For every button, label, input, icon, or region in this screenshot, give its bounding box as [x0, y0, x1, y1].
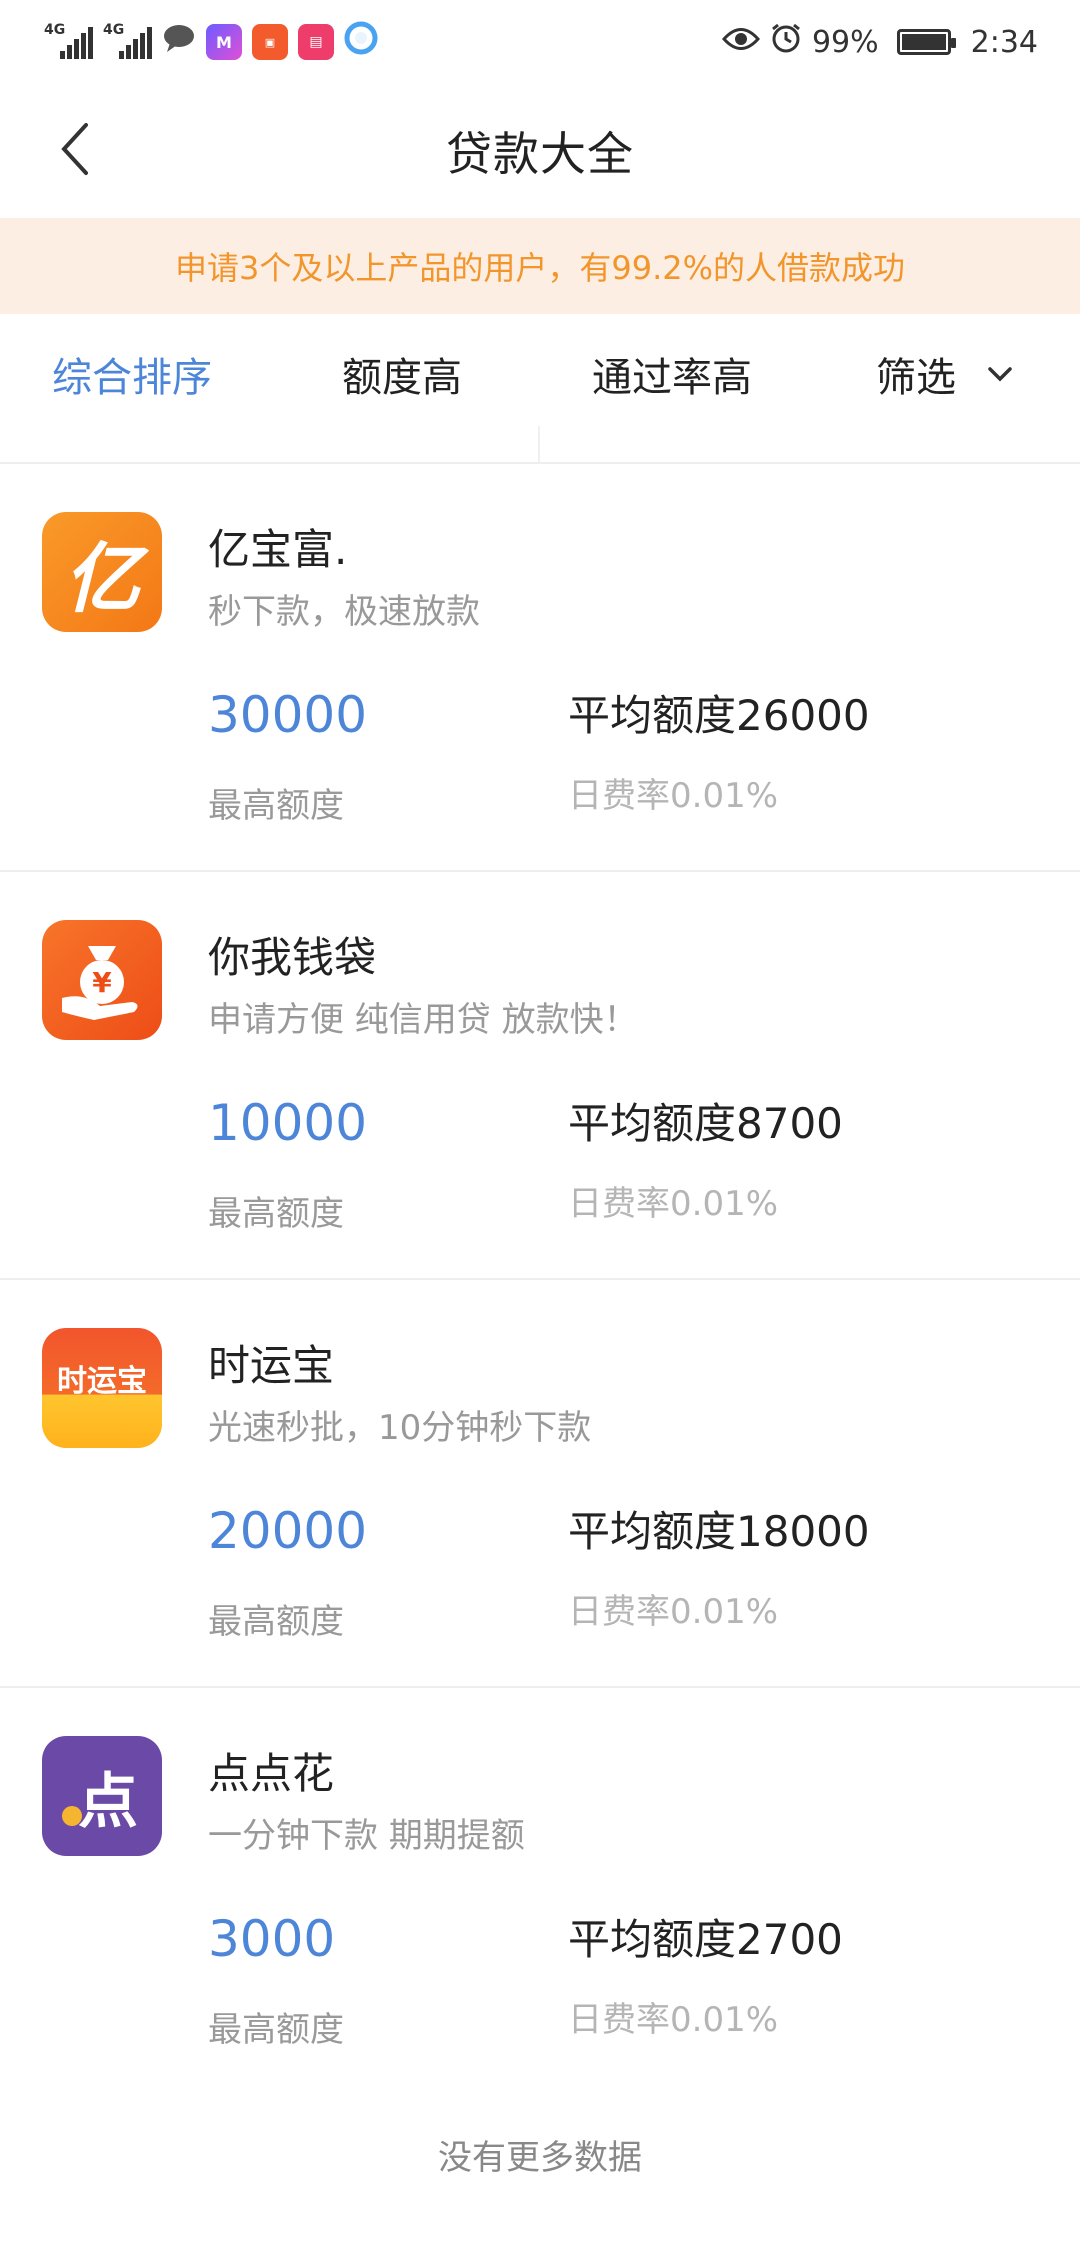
- loan-max-label: 最高额度: [208, 786, 344, 826]
- chevron-left-icon: [61, 123, 88, 175]
- loan-daily-rate: 日费率0.01%: [568, 776, 779, 816]
- page-title: 贷款大全: [446, 127, 634, 181]
- status-bar-right: 99% 2:34: [721, 22, 1038, 62]
- loan-average-amount: 平均额度18000: [568, 1507, 870, 1556]
- loan-max-amount: 20000: [208, 1502, 368, 1560]
- battery-percent: 99%: [811, 24, 879, 60]
- sort-tab-label: 综合排序: [52, 355, 212, 401]
- loan-card[interactable]: 亿 亿宝富. 秒下款，极速放款 30000 最高额度 平均额度26000 日费率…: [0, 464, 1080, 872]
- sort-tab-high-limit[interactable]: 额度高: [342, 314, 462, 434]
- loan-daily-rate: 日费率0.01%: [568, 1592, 779, 1632]
- logo-glyph: 点: [78, 1766, 138, 1837]
- loan-name: 你我钱袋: [208, 933, 377, 982]
- app-notification-icon: ▣: [252, 24, 288, 60]
- alarm-icon: [770, 22, 802, 62]
- status-bar: 4G 4G M ▣ ▤ 99% 2:34: [0, 0, 1080, 84]
- no-more-data-text: 没有更多数据: [438, 2138, 642, 2178]
- sort-divider: [538, 426, 540, 464]
- loan-max-label: 最高额度: [208, 1602, 344, 1642]
- svg-text:¥: ¥: [92, 966, 112, 999]
- loan-logo-shiyunbao: 时运宝: [42, 1328, 162, 1448]
- filter-label: 筛选: [876, 355, 956, 401]
- logo-glyph: 亿: [64, 534, 140, 623]
- promo-banner-text: 申请3个及以上产品的用户，有99.2%的人借款成功: [174, 249, 906, 287]
- loan-card[interactable]: 时运宝 时运宝 光速秒批，10分钟秒下款 20000 最高额度 平均额度1800…: [0, 1280, 1080, 1688]
- loan-name: 时运宝: [208, 1341, 335, 1390]
- loan-daily-rate: 日费率0.01%: [568, 1184, 779, 1224]
- loan-slogan: 光速秒批，10分钟秒下款: [208, 1408, 592, 1448]
- sort-tab-label: 通过率高: [592, 355, 752, 401]
- signal-strength-icon-2: 4G: [103, 22, 152, 59]
- clock-time: 2:34: [970, 24, 1038, 60]
- m-app-icon: M: [206, 24, 242, 60]
- loan-max-label: 最高额度: [208, 1194, 344, 1234]
- loan-daily-rate: 日费率0.01%: [568, 2000, 779, 2040]
- sort-tab-label: 额度高: [342, 355, 462, 401]
- browser-app-icon: [344, 21, 378, 63]
- network-type-label-2: 4G: [103, 22, 125, 38]
- loan-name: 亿宝富.: [208, 525, 348, 574]
- battery-icon: [896, 29, 956, 55]
- loan-logo-diandianhua: 点: [42, 1736, 162, 1856]
- chevron-down-icon: [988, 367, 1012, 382]
- loan-max-amount: 3000: [208, 1910, 336, 1968]
- sort-tab-comprehensive[interactable]: 综合排序: [52, 314, 212, 434]
- chat-icon: [162, 23, 196, 61]
- loan-slogan: 秒下款，极速放款: [208, 592, 480, 632]
- eye-icon: [721, 25, 760, 60]
- loan-max-label: 最高额度: [208, 2010, 344, 2050]
- back-button[interactable]: [56, 114, 126, 184]
- loan-slogan: 一分钟下款 期期提额: [208, 1816, 525, 1856]
- loan-logo-yibaofu: 亿: [42, 512, 162, 632]
- loan-max-amount: 30000: [208, 686, 368, 744]
- loan-card[interactable]: ¥ 你我钱袋 申请方便 纯信用贷 放款快！ 10000 最高额度 平均额度870…: [0, 872, 1080, 1280]
- sort-tab-high-pass-rate[interactable]: 通过率高: [592, 314, 752, 434]
- loan-slogan: 申请方便 纯信用贷 放款快！: [208, 1000, 638, 1040]
- logo-glyph: 时运宝: [57, 1364, 147, 1399]
- shopping-app-icon: ▤: [298, 24, 334, 60]
- loan-max-amount: 10000: [208, 1094, 368, 1152]
- promo-banner: 申请3个及以上产品的用户，有99.2%的人借款成功: [0, 218, 1080, 314]
- network-type-label: 4G: [44, 22, 66, 38]
- signal-strength-icon: 4G: [44, 22, 93, 59]
- loan-average-amount: 平均额度2700: [568, 1915, 843, 1964]
- status-bar-left: 4G 4G M ▣ ▤: [44, 21, 378, 63]
- loan-logo-niwoqiandai: ¥: [42, 920, 162, 1040]
- filter-dropdown[interactable]: 筛选: [876, 314, 1014, 434]
- loan-average-amount: 平均额度8700: [568, 1099, 843, 1148]
- coin-icon: [62, 1806, 82, 1826]
- loan-list: 亿 亿宝富. 秒下款，极速放款 30000 最高额度 平均额度26000 日费率…: [0, 464, 1080, 2096]
- sort-bar: 综合排序 额度高 通过率高 筛选: [0, 314, 1080, 464]
- loan-average-amount: 平均额度26000: [568, 691, 870, 740]
- money-bag-hand-icon: ¥: [62, 946, 138, 1020]
- loan-card[interactable]: 点 点点花 一分钟下款 期期提额 3000 最高额度 平均额度2700 日费率0…: [0, 1688, 1080, 2096]
- loan-name: 点点花: [208, 1749, 335, 1798]
- nav-bar: 贷款大全: [0, 84, 1080, 218]
